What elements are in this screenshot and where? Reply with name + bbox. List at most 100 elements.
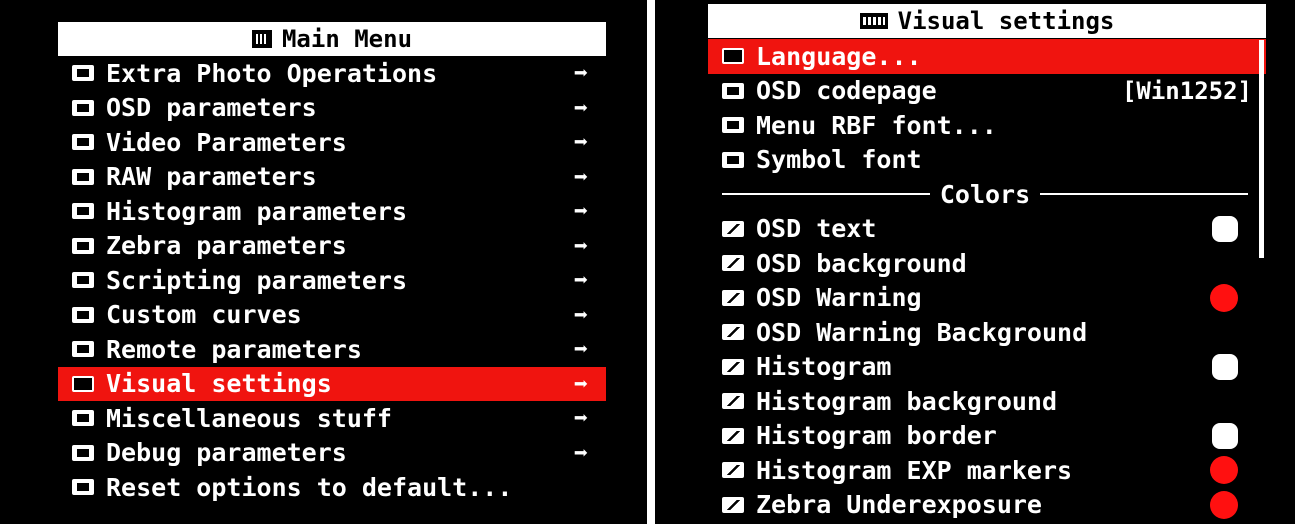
divider-line xyxy=(1040,193,1248,196)
menu-item-label: Histogram parameters xyxy=(106,196,408,226)
folder-icon xyxy=(722,117,744,134)
disp-icon xyxy=(859,13,888,29)
menu-item-label: Menu RBF font... xyxy=(756,110,997,140)
color-picker-icon xyxy=(722,462,744,479)
menu-item-label: Remote parameters xyxy=(106,334,362,364)
main-menu-item[interactable]: Reset options to default... xyxy=(58,470,606,505)
debug-icon xyxy=(72,444,94,461)
main-menu-list: Extra Photo Operations ➡ OSD parameters ➡ Vi… xyxy=(58,56,606,505)
main-menu-item[interactable]: Histogram parameters ➡ xyxy=(58,194,606,229)
visual-settings-list: Language... OSD codepage [Win1252] Menu RBF… xyxy=(708,39,1266,522)
colors-section-divider: Colors xyxy=(708,177,1266,212)
menu-item-label: Custom curves xyxy=(106,300,302,330)
visual-settings-item[interactable]: Symbol font xyxy=(708,143,1266,178)
main-menu-panel: Main Menu Extra Photo Operations ➡ OSD par… xyxy=(0,0,647,524)
color-picker-icon xyxy=(722,427,744,444)
arrow-right-icon: ➡ xyxy=(573,438,589,467)
camera-icon xyxy=(72,65,94,82)
visual-settings-item[interactable]: Language... xyxy=(708,39,1266,74)
reset-icon xyxy=(72,479,94,496)
grid-icon xyxy=(251,30,272,48)
visual-settings-panel: Visual settings Language... OSD codepage [… xyxy=(655,0,1295,524)
main-menu-title-bar: Main Menu xyxy=(58,22,606,56)
arrow-right-icon: ➡ xyxy=(573,266,589,295)
menu-item-label: Histogram EXP markers xyxy=(756,455,1073,485)
main-menu-item[interactable]: Video Parameters ➡ xyxy=(58,125,606,160)
remote-icon xyxy=(72,341,94,358)
color-swatch xyxy=(1212,422,1238,449)
color-picker-icon xyxy=(722,220,744,237)
main-menu-item[interactable]: RAW parameters ➡ xyxy=(58,160,606,195)
main-menu-item[interactable]: Zebra parameters ➡ xyxy=(58,229,606,264)
menu-item-label: Language... xyxy=(756,41,922,71)
color-picker-icon xyxy=(722,358,744,375)
arrow-right-icon: ➡ xyxy=(573,128,589,157)
curve-icon xyxy=(72,306,94,323)
menu-item-label: Histogram xyxy=(756,352,892,382)
main-menu-item[interactable]: Scripting parameters ➡ xyxy=(58,263,606,298)
raw-icon xyxy=(72,168,94,185)
arrow-right-icon: ➡ xyxy=(573,369,589,398)
scrollbar[interactable] xyxy=(1259,40,1264,258)
color-setting-item[interactable]: OSD text xyxy=(708,212,1266,247)
color-setting-item[interactable]: Histogram border xyxy=(708,419,1266,454)
menu-item-label: Debug parameters xyxy=(106,438,347,468)
video-icon xyxy=(72,134,94,151)
color-picker-icon xyxy=(722,255,744,272)
arrow-right-icon: ➡ xyxy=(573,197,589,226)
color-setting-item[interactable]: OSD Warning Background xyxy=(708,315,1266,350)
codepage-icon xyxy=(722,82,744,99)
menu-item-label: Visual settings xyxy=(106,369,332,399)
main-menu-item[interactable]: Custom curves ➡ xyxy=(58,298,606,333)
menu-item-label: Scripting parameters xyxy=(106,265,408,295)
color-setting-item[interactable]: Histogram background xyxy=(708,384,1266,419)
arrow-right-icon: ➡ xyxy=(573,404,589,433)
zebra-icon xyxy=(72,237,94,254)
menu-item-label: OSD parameters xyxy=(106,93,317,123)
main-menu-item[interactable]: Miscellaneous stuff ➡ xyxy=(58,401,606,436)
arrow-right-icon: ➡ xyxy=(573,335,589,364)
color-setting-item[interactable]: Histogram xyxy=(708,350,1266,385)
color-picker-icon xyxy=(722,496,744,513)
color-setting-item[interactable]: Zebra Underexposure xyxy=(708,488,1266,523)
menu-item-label: Histogram background xyxy=(756,386,1058,416)
misc-icon xyxy=(72,410,94,427)
arrow-right-icon: ➡ xyxy=(573,300,589,329)
color-setting-item[interactable]: OSD Warning xyxy=(708,281,1266,316)
menu-item-label: Zebra Underexposure xyxy=(756,490,1042,520)
color-swatch xyxy=(1212,215,1238,242)
visual-settings-item[interactable]: OSD codepage [Win1252] xyxy=(708,74,1266,109)
main-menu-item[interactable]: Debug parameters ➡ xyxy=(58,436,606,471)
menu-item-label: Histogram border xyxy=(756,421,997,451)
divider-line xyxy=(722,193,930,196)
folder-icon xyxy=(722,48,744,65)
menu-item-label: Miscellaneous stuff xyxy=(106,403,392,433)
colors-section-label: Colors xyxy=(939,179,1031,209)
main-menu-title: Main Menu xyxy=(281,25,413,53)
main-menu-item[interactable]: Extra Photo Operations ➡ xyxy=(58,56,606,91)
color-picker-icon xyxy=(722,393,744,410)
menu-item-label: Extra Photo Operations xyxy=(106,58,438,88)
menu-item-label: OSD text xyxy=(756,214,877,244)
main-menu-item[interactable]: OSD parameters ➡ xyxy=(58,91,606,126)
menu-item-label: OSD Warning Background xyxy=(756,317,1088,347)
color-swatch xyxy=(1210,283,1238,312)
arrow-right-icon: ➡ xyxy=(573,93,589,122)
color-setting-item[interactable]: OSD background xyxy=(708,246,1266,281)
visual-settings-item[interactable]: Menu RBF font... xyxy=(708,108,1266,143)
osd-icon xyxy=(72,99,94,116)
menu-item-label: OSD background xyxy=(756,248,967,278)
visual-settings-title-bar: Visual settings xyxy=(708,4,1266,38)
menu-item-label: Zebra parameters xyxy=(106,231,347,261)
menu-item-label: OSD codepage xyxy=(756,76,937,106)
main-menu-item[interactable]: Remote parameters ➡ xyxy=(58,332,606,367)
codepage-value: [Win1252] xyxy=(1121,76,1252,105)
main-menu-item[interactable]: Visual settings ➡ xyxy=(58,366,606,401)
arrow-right-icon: ➡ xyxy=(573,162,589,191)
menu-item-label: Reset options to default... xyxy=(106,472,513,502)
histogram-icon xyxy=(72,203,94,220)
menu-item-label: OSD Warning xyxy=(756,283,922,313)
color-setting-item[interactable]: Histogram EXP markers xyxy=(708,453,1266,488)
script-icon xyxy=(72,272,94,289)
color-picker-icon xyxy=(722,289,744,306)
